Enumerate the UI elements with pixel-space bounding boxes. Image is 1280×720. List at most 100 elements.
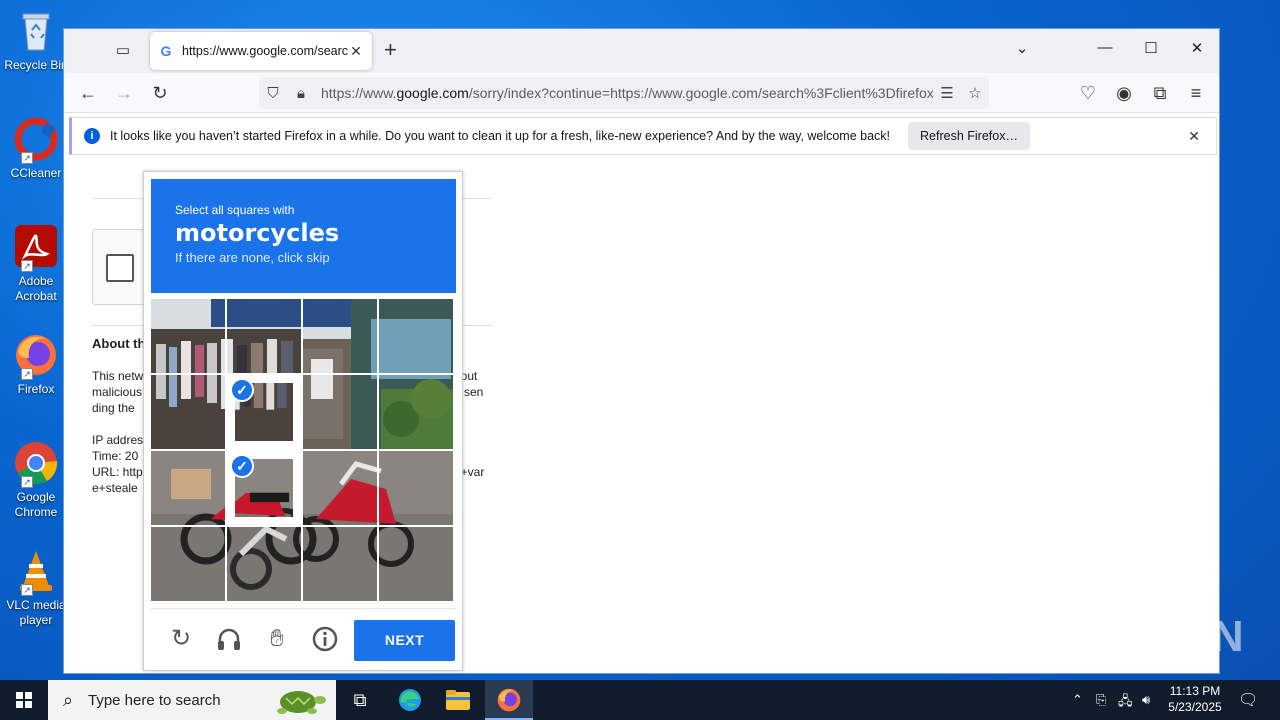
shield-icon[interactable]: ⛉: [259, 85, 287, 102]
meet-now-icon[interactable]: ⎘: [1096, 692, 1106, 708]
captcha-tile[interactable]: [303, 299, 377, 373]
close-window-icon[interactable]: ✕: [1174, 39, 1220, 57]
refresh-firefox-button[interactable]: Refresh Firefox…: [908, 122, 1030, 150]
url-text[interactable]: https://www.google.com/sorry/index?conti…: [315, 85, 933, 101]
refresh-notification-bar: i It looks like you haven’t started Fire…: [69, 117, 1217, 155]
clock-time: 11:13 PM: [1169, 684, 1221, 698]
vlc-icon: ↗: [13, 548, 59, 596]
captcha-tile[interactable]: ✓: [227, 375, 301, 449]
next-button[interactable]: NEXT: [354, 620, 455, 661]
recycle-bin-icon: [13, 8, 59, 54]
time-label: Time: 20: [92, 449, 139, 463]
search-placeholder: Type here to search: [88, 691, 221, 709]
desktop-icon-label: VLC media player: [6, 598, 66, 627]
page-text: e+steale: [92, 481, 138, 495]
edge-taskbar-icon[interactable]: [386, 680, 434, 720]
maximize-icon[interactable]: ☐: [1128, 39, 1174, 57]
notification-message: It looks like you haven’t started Firefo…: [110, 129, 891, 143]
nav-bar: ← → ↻ ⛉ 🔒︎ https://www.google.com/sorry/…: [64, 73, 1219, 113]
tab-bar: ▭ G https://www.google.com/search ✕ + ⌄ …: [64, 29, 1219, 73]
image-grid: ✓ ✓: [151, 299, 454, 602]
desktop-icon-google-chrome[interactable]: ↗ Google Chrome: [4, 440, 68, 520]
new-tab-icon[interactable]: +: [384, 39, 397, 61]
captcha-tile[interactable]: [151, 451, 225, 525]
ccleaner-icon: ↗: [13, 116, 59, 164]
desktop-icon-firefox[interactable]: ↗ Firefox: [4, 332, 68, 397]
firefox-icon: ↗: [13, 332, 59, 380]
back-icon[interactable]: ←: [76, 82, 100, 104]
audio-icon[interactable]: [215, 625, 243, 653]
recaptcha-checkbox[interactable]: [106, 254, 134, 282]
challenge-hint: If there are none, click skip: [175, 250, 330, 265]
volume-icon[interactable]: 🔊︎: [1142, 692, 1150, 708]
extensions-icon[interactable]: ⧉: [1148, 82, 1172, 104]
captcha-tile[interactable]: [379, 451, 453, 525]
file-explorer-icon[interactable]: [434, 680, 482, 720]
captcha-tile[interactable]: [303, 375, 377, 449]
info-circle-icon[interactable]: [311, 625, 339, 653]
acrobat-icon: ↗: [13, 224, 59, 272]
captcha-tile[interactable]: [379, 375, 453, 449]
lock-icon[interactable]: 🔒︎: [287, 85, 315, 102]
captcha-tile[interactable]: [379, 299, 453, 373]
tab-google[interactable]: G https://www.google.com/search ✕: [150, 32, 372, 70]
bookmark-star-icon[interactable]: ☆: [961, 84, 989, 102]
desktop-icon-label: Google Chrome: [14, 490, 58, 519]
ip-address-label: IP addres: [92, 433, 144, 447]
challenge-header: Select all squares with motorcycles If t…: [151, 179, 456, 293]
page-text: This netw: [92, 369, 144, 383]
pocket-icon[interactable]: ♡: [1076, 82, 1100, 104]
show-hidden-icons[interactable]: ⌃: [1072, 692, 1083, 708]
minimize-icon[interactable]: —: [1082, 39, 1128, 56]
desktop-icon-vlc[interactable]: ↗ VLC media player: [4, 548, 68, 628]
captcha-tile[interactable]: [303, 451, 377, 525]
desktop-icon-label: Firefox: [17, 382, 55, 396]
firefox-view-icon[interactable]: ▭: [112, 41, 134, 61]
desktop-icon-ccleaner[interactable]: ↗ CCleaner: [4, 116, 68, 181]
captcha-tile[interactable]: [151, 299, 225, 373]
tile-checkmark-icon: ✓: [230, 378, 254, 402]
reader-view-icon[interactable]: ☰: [933, 84, 961, 102]
recaptcha-challenge: Select all squares with motorcycles If t…: [143, 171, 463, 671]
desktop-icon-label: Recycle Bin: [4, 58, 68, 72]
captcha-tile[interactable]: [303, 527, 377, 601]
desktop-icon-label: Adobe Acrobat: [15, 274, 57, 303]
anyrun-watermark: ANY RUN: [1038, 612, 1245, 661]
google-favicon-icon: G: [160, 43, 172, 59]
challenge-target: motorcycles: [175, 219, 340, 247]
url-label: URL: http: [92, 465, 143, 479]
notifications-icon[interactable]: 🗨︎: [1238, 690, 1258, 710]
url-bar[interactable]: ⛉ 🔒︎ https://www.google.com/sorry/index?…: [259, 77, 989, 109]
turtle-illustration: [277, 691, 326, 714]
firefox-taskbar-icon[interactable]: [485, 680, 533, 720]
captcha-tile[interactable]: [227, 527, 301, 601]
captcha-tile[interactable]: ✓: [227, 451, 301, 525]
forward-icon[interactable]: →: [112, 82, 136, 104]
taskbar-search-box[interactable]: ⌕ Type here to search: [48, 680, 336, 720]
network-icon[interactable]: 🖧︎: [1118, 692, 1133, 714]
challenge-footer: ↻ ✋︎ NEXT: [151, 608, 456, 664]
start-button[interactable]: [0, 680, 48, 720]
list-all-tabs-icon[interactable]: ⌄: [999, 39, 1045, 57]
challenge-instruction: Select all squares with: [175, 203, 295, 217]
info-icon: i: [84, 128, 100, 144]
search-icon: ⌕: [62, 689, 74, 710]
reload-icon[interactable]: ↻: [167, 625, 195, 653]
captcha-tile[interactable]: [151, 527, 225, 601]
menu-icon[interactable]: ≡: [1184, 82, 1208, 104]
reload-page-icon[interactable]: ↻: [148, 82, 172, 104]
chrome-icon: ↗: [13, 440, 59, 488]
clock[interactable]: 11:13 PM 5/23/2025: [1160, 683, 1230, 715]
desktop-icon-adobe-acrobat[interactable]: ↗ Adobe Acrobat: [4, 224, 68, 304]
account-icon[interactable]: ◉: [1112, 82, 1136, 104]
captcha-tile[interactable]: [379, 527, 453, 601]
close-tab-icon[interactable]: ✕: [348, 43, 364, 60]
desktop-icon-recycle-bin[interactable]: Recycle Bin: [4, 8, 68, 73]
page-heading: About th: [92, 336, 146, 351]
captcha-tile[interactable]: [227, 299, 301, 373]
captcha-tile[interactable]: [151, 375, 225, 449]
hand-icon[interactable]: ✋︎: [263, 625, 291, 653]
task-view-icon[interactable]: ⧉: [336, 680, 384, 720]
tab-title: https://www.google.com/search: [182, 44, 348, 58]
close-notification-icon[interactable]: ✕: [1188, 128, 1200, 145]
